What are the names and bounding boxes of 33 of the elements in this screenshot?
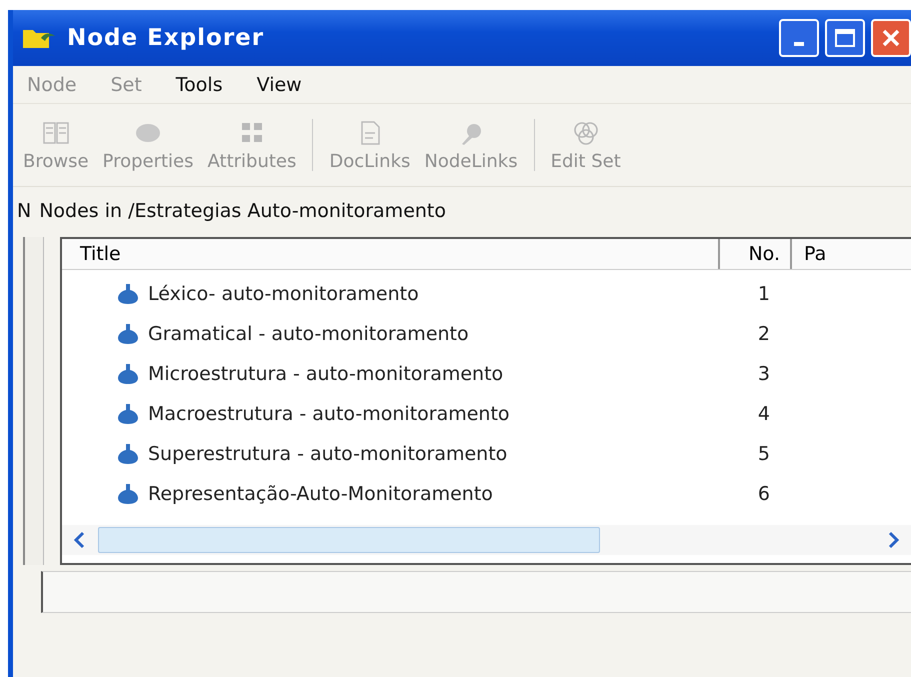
scroll-thumb[interactable] <box>98 527 600 553</box>
maximize-button[interactable] <box>825 19 865 57</box>
minimize-button[interactable] <box>779 19 819 57</box>
menu-item[interactable]: Tools <box>176 74 223 96</box>
node-icon <box>116 403 140 425</box>
maximize-icon <box>834 28 856 48</box>
table-cell: Representação-Auto-Monitoramento <box>148 483 493 505</box>
table-cell: 5 <box>758 443 770 465</box>
table-cell: Léxico- auto-monitoramento <box>148 283 419 305</box>
menu-item[interactable]: View <box>256 74 302 96</box>
close-button[interactable] <box>871 19 911 57</box>
table-cell: 6 <box>758 483 770 505</box>
column-header[interactable]: No. <box>720 239 792 269</box>
node-icon <box>116 323 140 345</box>
panel-label: N <box>17 200 32 222</box>
table-cell: 3 <box>758 363 770 385</box>
table-cell: 4 <box>758 403 770 425</box>
table-cell: 2 <box>758 323 770 345</box>
close-icon <box>880 27 902 49</box>
table-cell: Microestrutura - auto-monitoramento <box>148 363 504 385</box>
table-cell: Gramatical - auto-monitoramento <box>148 323 469 345</box>
path-label: Nodes in /Estrategias Auto-monitoramento <box>39 200 446 222</box>
window-title: Node Explorer <box>67 25 266 51</box>
node-icon <box>116 443 140 465</box>
minimize-icon <box>794 42 804 46</box>
column-header[interactable]: Title <box>62 239 720 269</box>
node-icon <box>116 483 140 505</box>
node-icon <box>116 283 140 305</box>
table-cell: 1 <box>758 283 770 305</box>
table-cell: Macroestrutura - auto-monitoramento <box>148 403 510 425</box>
node-icon <box>116 363 140 385</box>
column-header[interactable]: Pa <box>792 239 911 269</box>
table-cell: Superestrutura - auto-monitoramento <box>148 443 508 465</box>
